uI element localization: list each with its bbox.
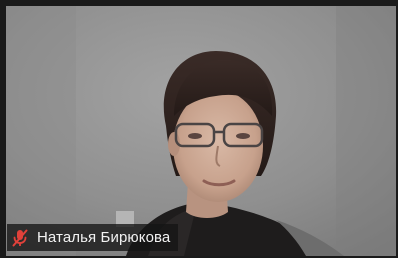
participant-video-tile[interactable]: Наталья Бирюкова (0, 0, 398, 258)
participant-nameplate: Наталья Бирюкова (7, 224, 179, 251)
mic-muted-icon (11, 228, 29, 248)
participant-video-feed (6, 6, 396, 256)
participant-name: Наталья Бирюкова (37, 229, 171, 246)
